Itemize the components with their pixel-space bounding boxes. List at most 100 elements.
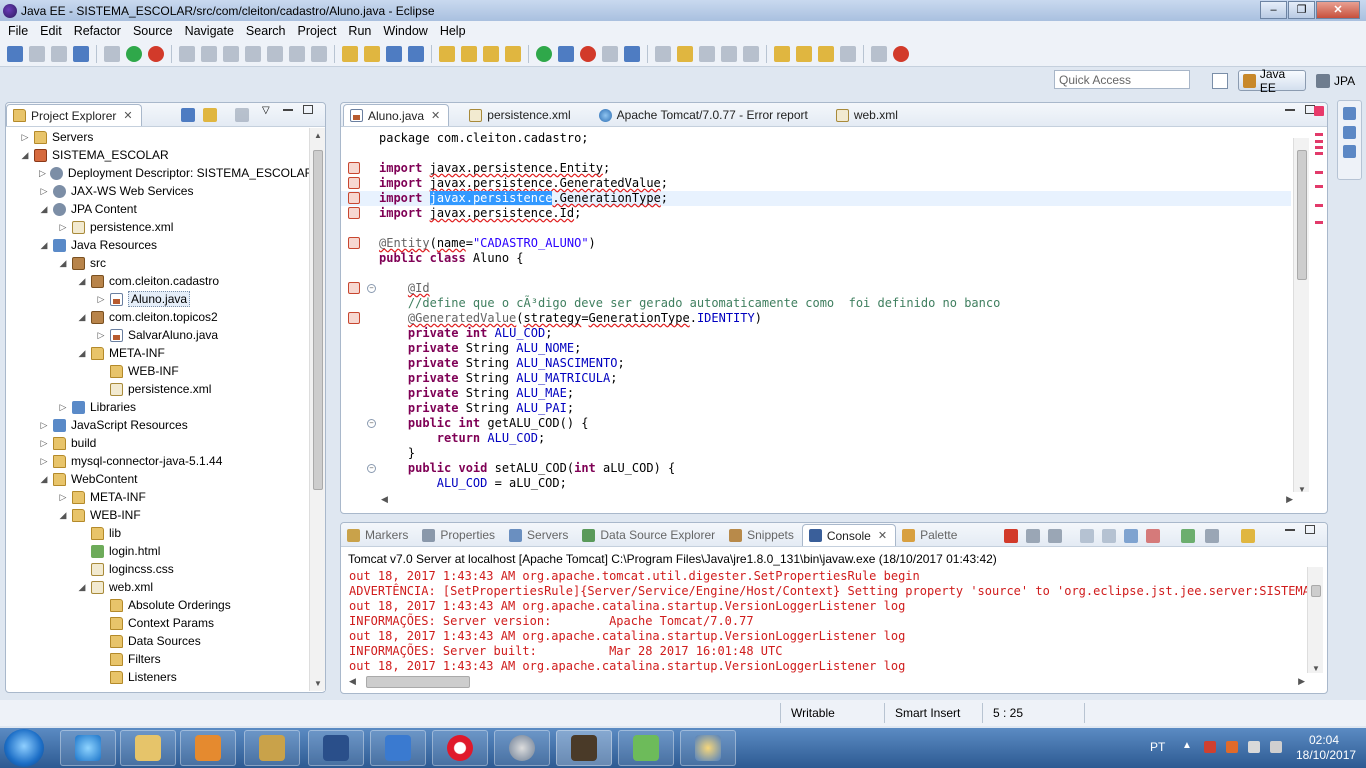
taskbar-dev-cpp[interactable]: [308, 730, 364, 766]
scroll-down-icon[interactable]: ▼: [1312, 664, 1320, 673]
console-area-tab[interactable]: Data Source Explorer: [576, 524, 723, 546]
scrollbar-thumb[interactable]: [366, 676, 470, 688]
toggle-block-icon[interactable]: [699, 45, 715, 62]
show-on-error-icon[interactable]: [1146, 529, 1160, 543]
close-tab-icon[interactable]: ✕: [431, 109, 440, 122]
tree-item[interactable]: ◢ SISTEMA_ESCOLAR: [6, 146, 312, 164]
error-marker-icon[interactable]: [348, 312, 360, 324]
minimize-button[interactable]: –: [1260, 1, 1287, 19]
link-editor-icon[interactable]: [203, 108, 217, 122]
close-tab-icon[interactable]: ✕: [878, 529, 887, 542]
scroll-right-icon[interactable]: ▶: [1286, 494, 1293, 505]
menu-refactor[interactable]: Refactor: [68, 24, 127, 38]
toggle-highlight-icon[interactable]: [677, 45, 693, 62]
tree-item[interactable]: ▷ SalvarAluno.java: [6, 326, 312, 344]
editor-horizontal-scrollbar[interactable]: ◀ ▶: [381, 492, 1293, 508]
scroll-right-icon[interactable]: ▶: [1298, 676, 1305, 687]
console-area-tab[interactable]: Snippets: [723, 524, 802, 546]
scroll-down-icon[interactable]: ▼: [1298, 485, 1306, 494]
scroll-left-icon[interactable]: ◀: [349, 676, 356, 687]
tree-item[interactable]: logincss.css: [6, 560, 312, 578]
step-over-icon[interactable]: [289, 45, 305, 62]
open-task-icon[interactable]: [483, 45, 499, 62]
annotation-icon[interactable]: [505, 45, 521, 62]
error-summary-icon[interactable]: [1314, 106, 1324, 116]
console-area-tab[interactable]: Console ✕: [801, 524, 897, 546]
resume-icon[interactable]: [201, 45, 217, 62]
pin-editor-icon[interactable]: [871, 45, 887, 62]
maximize-view-icon[interactable]: [1305, 525, 1315, 534]
tree-item[interactable]: login.html: [6, 542, 312, 560]
scroll-down-icon[interactable]: ▼: [314, 679, 322, 688]
tree-item[interactable]: Data Sources: [6, 632, 312, 650]
editor-scrollbar[interactable]: ▼: [1293, 138, 1309, 494]
open-browser-icon[interactable]: [408, 45, 424, 62]
expand-toggle-icon[interactable]: ◢: [77, 276, 87, 287]
error-marker-icon[interactable]: [348, 282, 360, 294]
clear-console-icon[interactable]: [1080, 529, 1094, 543]
print-icon[interactable]: [73, 45, 89, 62]
expand-toggle-icon[interactable]: ▷: [39, 438, 49, 449]
tree-item[interactable]: ▷ JAX-WS Web Services: [6, 182, 312, 200]
show-hidden-icons-icon[interactable]: ▲: [1182, 740, 1194, 752]
expand-toggle-icon[interactable]: ▷: [39, 168, 46, 179]
open-perspective-icon[interactable]: [1212, 73, 1228, 89]
menu-run[interactable]: Run: [342, 24, 377, 38]
tree-item[interactable]: ▷ Aluno.java: [6, 290, 312, 308]
scroll-left-icon[interactable]: ◀: [381, 494, 388, 505]
toggle-mark-icon[interactable]: [655, 45, 671, 62]
forward-icon[interactable]: [840, 45, 856, 62]
overview-error-mark[interactable]: [1315, 146, 1323, 149]
menu-search[interactable]: Search: [240, 24, 292, 38]
debug-icon[interactable]: [148, 45, 164, 62]
tree-item[interactable]: Absolute Orderings: [6, 596, 312, 614]
tree-item[interactable]: Context Params: [6, 614, 312, 632]
fold-toggle-icon[interactable]: −: [367, 419, 376, 428]
stop-server-icon[interactable]: [580, 45, 596, 62]
maximize-view-icon[interactable]: [303, 105, 313, 114]
expand-toggle-icon[interactable]: ◢: [39, 240, 49, 251]
tree-item[interactable]: Listeners: [6, 668, 312, 686]
remove-all-icon[interactable]: [1048, 529, 1062, 543]
display-console-icon[interactable]: [1205, 529, 1219, 543]
taskbar-network[interactable]: [370, 730, 426, 766]
next-annotation-icon[interactable]: [774, 45, 790, 62]
taskbar-notepad[interactable]: [618, 730, 674, 766]
expand-toggle-icon[interactable]: ◢: [58, 258, 68, 269]
quick-access-input[interactable]: Quick Access: [1054, 70, 1190, 89]
terminate-icon[interactable]: [245, 45, 261, 62]
new-web-service-icon[interactable]: [386, 45, 402, 62]
tree-item[interactable]: ▷ META-INF: [6, 488, 312, 506]
step-into-icon[interactable]: [267, 45, 283, 62]
tree-item[interactable]: ▷ Deployment Descriptor: SISTEMA_ESCOLAR: [6, 164, 312, 182]
tree-item[interactable]: ▷ build: [6, 434, 312, 452]
tree-item[interactable]: persistence.xml: [6, 380, 312, 398]
perspective-java-ee[interactable]: Java EE: [1238, 67, 1306, 95]
expand-toggle-icon[interactable]: ▷: [58, 492, 68, 503]
expand-toggle-icon[interactable]: ▷: [39, 420, 49, 431]
clock[interactable]: 02:04 18/10/2017: [1296, 733, 1356, 763]
run-server-icon[interactable]: [536, 45, 552, 62]
tree-item[interactable]: ◢ com.cleiton.cadastro: [6, 272, 312, 290]
language-indicator[interactable]: PT: [1150, 740, 1165, 754]
menu-file[interactable]: File: [2, 24, 34, 38]
save-all-icon[interactable]: [51, 45, 67, 62]
expand-toggle-icon[interactable]: ◢: [58, 510, 68, 521]
minimize-view-icon[interactable]: [283, 109, 293, 111]
overview-error-mark[interactable]: [1315, 221, 1323, 224]
tree-item[interactable]: ▷ mysql-connector-java-5.1.44: [6, 452, 312, 470]
menu-help[interactable]: Help: [434, 24, 472, 38]
save-icon[interactable]: [29, 45, 45, 62]
build-icon[interactable]: [104, 45, 120, 62]
volume-icon[interactable]: [1270, 741, 1282, 753]
new-class-icon[interactable]: [364, 45, 380, 62]
overview-error-mark[interactable]: [1315, 171, 1323, 174]
menu-source[interactable]: Source: [127, 24, 179, 38]
flag-icon[interactable]: [1204, 741, 1216, 753]
expand-toggle-icon[interactable]: ◢: [39, 204, 49, 215]
tree-item[interactable]: ◢ WEB-INF: [6, 506, 312, 524]
overview-error-mark[interactable]: [1315, 185, 1323, 188]
error-marker-icon[interactable]: [348, 177, 360, 189]
editor-tab[interactable]: persistence.xml: [463, 104, 578, 126]
terminate-icon[interactable]: [1004, 529, 1018, 543]
